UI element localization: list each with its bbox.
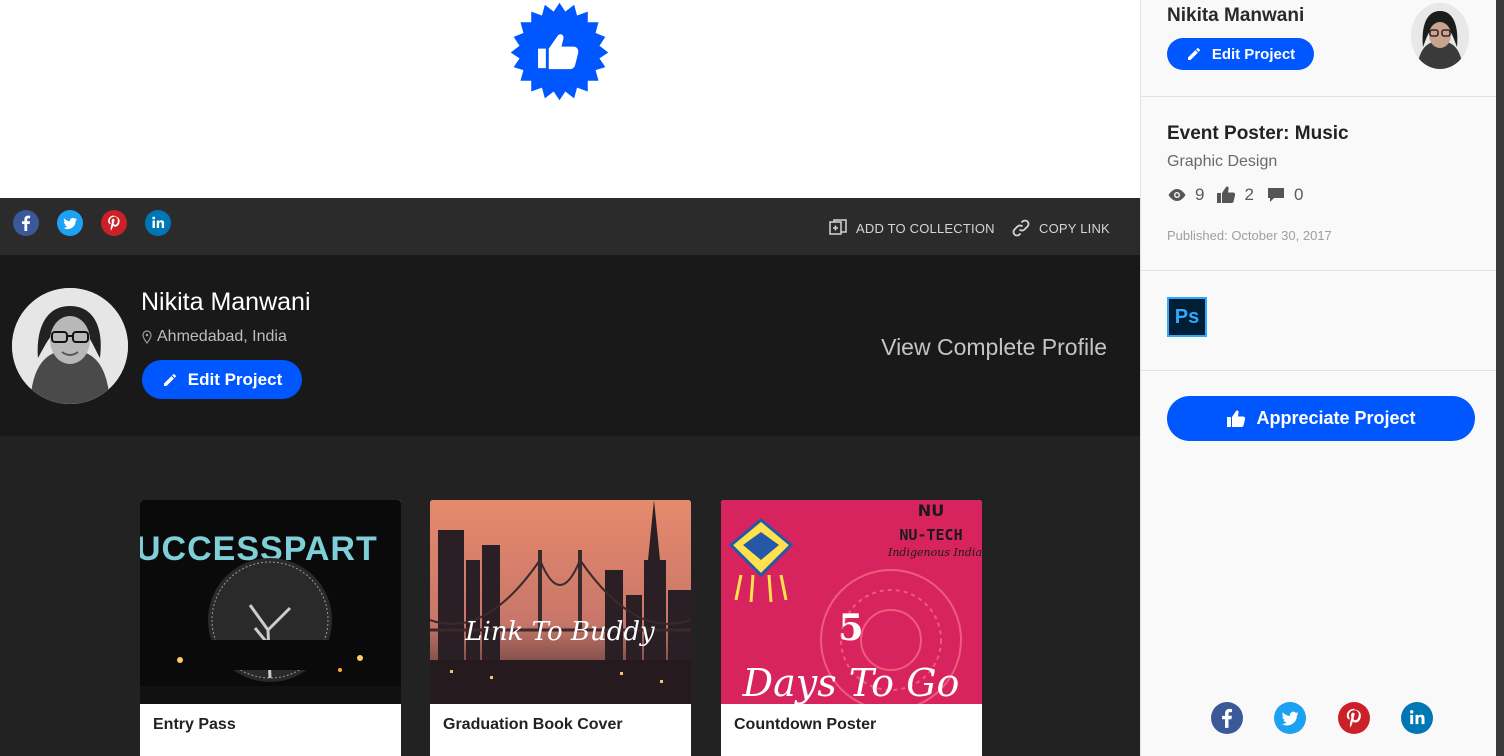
owner-location-text: Ahmedabad, India <box>157 328 287 345</box>
photoshop-tool-badge[interactable]: Ps <box>1167 297 1207 337</box>
project-card-title[interactable]: Graduation Book Cover <box>443 716 623 734</box>
linkedin-icon[interactable] <box>1401 702 1433 734</box>
svg-text:NU: NU <box>918 501 944 520</box>
svg-text:NU-TECH: NU-TECH <box>899 526 962 544</box>
view-complete-profile-link[interactable]: View Complete Profile <box>881 334 1107 361</box>
svg-text:Indigenous India: Indigenous India <box>887 546 982 559</box>
copy-link-button[interactable]: COPY LINK <box>1011 218 1110 238</box>
sidebar-divider <box>1141 96 1497 97</box>
project-title: Event Poster: Music <box>1167 123 1349 144</box>
project-thumbnail[interactable]: UCCESSPART <box>140 500 401 704</box>
project-thumbnail[interactable]: NU NU-TECH Indigenous India 5 Days To Go <box>721 500 982 704</box>
pinterest-icon[interactable] <box>1338 702 1370 734</box>
comment-icon <box>1267 188 1284 202</box>
project-stats: 9 2 0 <box>1167 185 1315 205</box>
svg-text:Days To Go: Days To Go <box>742 661 960 704</box>
pencil-icon <box>1187 47 1200 60</box>
thumbs-up-icon <box>1217 186 1236 203</box>
sidebar-edit-project-label: Edit Project <box>1211 45 1296 63</box>
comments-count: 0 <box>1293 185 1304 204</box>
project-main: ADD TO COLLECTION COPY LINK Nikita Manwa… <box>0 0 1140 756</box>
add-to-collection-button[interactable]: ADD TO COLLECTION <box>828 218 995 238</box>
appreciations-stat: 2 <box>1216 185 1254 205</box>
svg-text:Link To Buddy: Link To Buddy <box>464 617 655 647</box>
sidebar-owner-avatar[interactable] <box>1411 3 1469 69</box>
appreciations-count: 2 <box>1244 185 1254 204</box>
owner-location: Ahmedabad, India <box>141 328 287 346</box>
sidebar-divider <box>1141 270 1497 271</box>
more-projects-section: UCCESSPART Entry Pass Link To Buddy Grad… <box>0 436 1140 756</box>
project-info-sidebar: Nikita Manwani Edit Project Event Poster… <box>1140 0 1504 756</box>
project-canvas-bottom <box>0 0 1140 198</box>
project-card[interactable]: UCCESSPART Entry Pass <box>140 500 401 756</box>
location-pin-icon <box>142 330 152 344</box>
project-card-title[interactable]: Entry Pass <box>153 716 236 734</box>
pencil-icon <box>163 373 176 386</box>
sidebar-owner-name[interactable]: Nikita Manwani <box>1167 5 1304 27</box>
facebook-icon[interactable] <box>13 210 39 236</box>
appreciate-project-label: Appreciate Project <box>1256 408 1416 428</box>
collection-icon <box>829 219 847 235</box>
copy-link-label: COPY LINK <box>1039 220 1110 236</box>
sidebar-divider <box>1141 370 1497 371</box>
edit-project-label: Edit Project <box>187 369 283 389</box>
twitter-icon[interactable] <box>1274 702 1306 734</box>
add-to-collection-label: ADD TO COLLECTION <box>856 220 995 236</box>
owner-avatar[interactable] <box>12 288 128 404</box>
facebook-icon[interactable] <box>1211 702 1243 734</box>
owner-section: Nikita Manwani Ahmedabad, India Edit Pro… <box>0 255 1140 436</box>
comments-stat: 0 <box>1266 185 1303 205</box>
link-icon <box>1012 219 1030 237</box>
svg-text:5: 5 <box>838 607 863 649</box>
appreciate-project-button[interactable]: Appreciate Project <box>1167 396 1475 441</box>
thumbs-up-icon <box>1227 410 1246 427</box>
edit-project-button[interactable]: Edit Project <box>142 360 302 399</box>
project-card[interactable]: Link To Buddy Graduation Book Cover <box>430 500 691 756</box>
eye-icon <box>1168 189 1186 201</box>
owner-name[interactable]: Nikita Manwani <box>141 288 311 317</box>
project-field[interactable]: Graphic Design <box>1167 153 1277 171</box>
published-date: Published: October 30, 2017 <box>1167 228 1332 243</box>
project-card-title[interactable]: Countdown Poster <box>734 716 876 734</box>
linkedin-icon[interactable] <box>145 210 171 236</box>
views-count: 9 <box>1195 185 1205 204</box>
pinterest-icon[interactable] <box>101 210 127 236</box>
appreciate-badge-icon[interactable] <box>501 0 618 112</box>
views-stat: 9 <box>1167 185 1204 205</box>
window-edge <box>1496 0 1504 756</box>
share-bar: ADD TO COLLECTION COPY LINK <box>0 198 1140 255</box>
sidebar-edit-project-button[interactable]: Edit Project <box>1167 38 1314 70</box>
project-card[interactable]: NU NU-TECH Indigenous India 5 Days To Go… <box>721 500 982 756</box>
project-thumbnail[interactable]: Link To Buddy <box>430 500 691 704</box>
twitter-icon[interactable] <box>57 210 83 236</box>
